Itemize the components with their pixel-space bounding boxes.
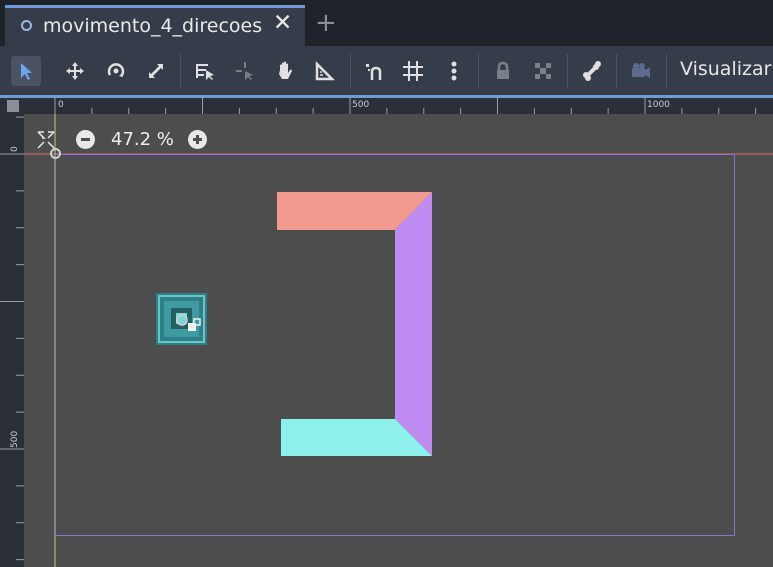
list-select-tool-button[interactable] bbox=[190, 56, 220, 86]
rotate-icon bbox=[107, 63, 125, 77]
pivot-tool-button[interactable] bbox=[230, 56, 260, 86]
ruler-label: 500 bbox=[352, 100, 370, 110]
add-tab-icon[interactable]: + bbox=[315, 8, 337, 38]
editor-toolbar: Visualizar bbox=[0, 46, 773, 95]
scene-tab-title: movimento_4_direcoes bbox=[43, 15, 263, 37]
group-button[interactable] bbox=[528, 56, 558, 86]
camera-button[interactable] bbox=[626, 56, 656, 86]
lock-button[interactable] bbox=[488, 56, 518, 86]
snap-options-button[interactable] bbox=[439, 56, 469, 86]
toolbar-separator bbox=[350, 54, 351, 88]
ruler-label: 0 bbox=[58, 100, 64, 110]
move-arrows-icon bbox=[66, 62, 84, 80]
ruler-icon bbox=[315, 60, 336, 81]
ruler-tool-button[interactable] bbox=[310, 56, 340, 86]
toolbar-separator bbox=[180, 54, 181, 88]
center-view-icon bbox=[37, 131, 55, 149]
toolbar-separator bbox=[616, 54, 617, 88]
rotate-tool-button[interactable] bbox=[101, 56, 131, 86]
skeleton-button[interactable] bbox=[577, 56, 607, 86]
hand-icon bbox=[279, 61, 292, 79]
vertical-ruler: 0 500 bbox=[0, 114, 24, 567]
grid-icon bbox=[403, 61, 423, 81]
group-icon bbox=[535, 63, 551, 79]
scale-tool-button[interactable] bbox=[141, 56, 171, 86]
scene-tab[interactable]: movimento_4_direcoes ✕ bbox=[5, 5, 305, 46]
zoom-level-display[interactable]: 47.2 % bbox=[111, 129, 174, 150]
magnet-snap-icon bbox=[366, 64, 382, 80]
scene-node-icon bbox=[21, 20, 32, 31]
scene-viewport[interactable] bbox=[24, 114, 773, 567]
select-tool-button[interactable] bbox=[11, 56, 41, 86]
ruler-label: 0 bbox=[10, 146, 20, 152]
origin-pivot-icon bbox=[50, 148, 61, 159]
pan-tool-button[interactable] bbox=[270, 56, 300, 86]
grid-snap-toggle[interactable] bbox=[398, 56, 428, 86]
kebab-menu-icon bbox=[451, 61, 457, 81]
right-wall[interactable] bbox=[395, 192, 432, 456]
close-icon[interactable]: ✕ bbox=[273, 10, 292, 36]
toolbar-separator bbox=[666, 54, 667, 88]
bone-icon bbox=[583, 61, 601, 81]
zoom-out-button[interactable] bbox=[76, 130, 95, 149]
ruler-label: 1000 bbox=[647, 100, 670, 110]
camera-icon bbox=[632, 63, 650, 78]
scale-icon bbox=[149, 64, 163, 78]
arrow-cursor-icon bbox=[21, 63, 32, 80]
ruler-corner-square bbox=[7, 100, 19, 112]
horizontal-ruler: 0 500 1000 bbox=[24, 98, 773, 114]
smart-snap-toggle[interactable] bbox=[360, 56, 390, 86]
pivot-icon bbox=[236, 62, 253, 80]
list-select-icon bbox=[196, 64, 214, 80]
scene-canvas bbox=[24, 114, 773, 567]
toolbar-separator bbox=[478, 54, 479, 88]
toolbar-separator bbox=[567, 54, 568, 88]
lock-icon bbox=[497, 61, 509, 79]
center-view-button[interactable] bbox=[36, 130, 56, 150]
scene-tab-bar: movimento_4_direcoes ✕ + bbox=[0, 0, 773, 46]
zoom-in-button[interactable] bbox=[188, 130, 207, 149]
move-tool-button[interactable] bbox=[60, 56, 90, 86]
ruler-label: 500 bbox=[10, 430, 20, 448]
view-menu-button[interactable]: Visualizar bbox=[680, 58, 771, 80]
vertical-ruler-ticks bbox=[0, 116, 24, 561]
